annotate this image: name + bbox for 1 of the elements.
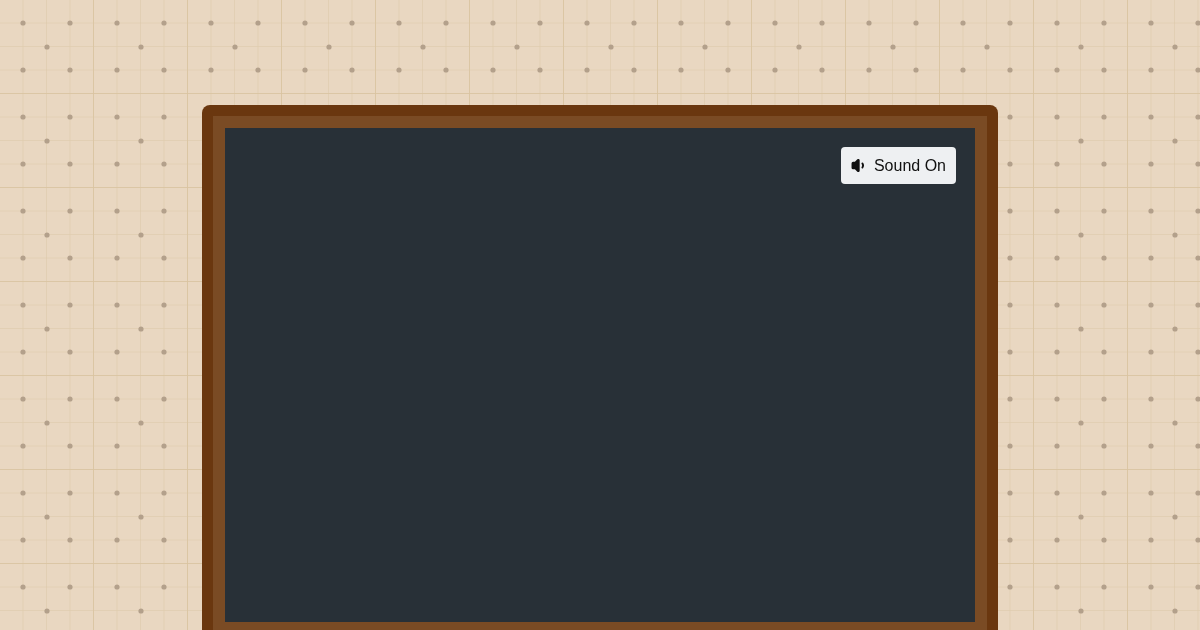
sound-button[interactable]: Sound On [840,147,956,184]
